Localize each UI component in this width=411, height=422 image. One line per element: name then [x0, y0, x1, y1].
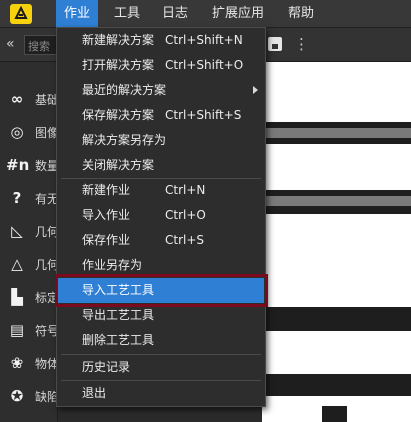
menu-item-close-solution[interactable]: 关闭解决方案 [58, 153, 264, 178]
image-feature [262, 374, 411, 396]
menu-item-label: 退出 [82, 386, 107, 400]
menu-item-label: 导入作业 [82, 208, 131, 222]
submenu-arrow-icon [253, 86, 258, 94]
ruler-icon: ▙ [11, 288, 23, 306]
menu-item-label: 打开解决方案 [82, 58, 155, 72]
menu-item-shortcut: Ctrl+Shift+S [165, 108, 242, 122]
tool-category-object[interactable]: ❀ 物体 [0, 348, 59, 378]
tool-category-geometry-measure[interactable]: ◺ 几何 [0, 216, 59, 246]
menu-item-history[interactable]: 历史记录 [58, 355, 264, 380]
infinity-icon: ∞ [10, 90, 24, 108]
collapse-panel-icon[interactable]: « [6, 36, 15, 52]
menu-item-shortcut: Ctrl+Shift+N [165, 33, 243, 47]
menu-item-label: 保存作业 [82, 233, 131, 247]
menu-log[interactable]: 日志 [156, 0, 194, 28]
menu-item-save-solution-as[interactable]: 解决方案另存为 [58, 128, 264, 153]
menu-item-recent-solutions[interactable]: 最近的解决方案 [58, 78, 264, 103]
shapes-icon: △ [11, 255, 23, 273]
image-feature [262, 196, 411, 206]
menu-item-import-job[interactable]: 导入作业 Ctrl+O [58, 203, 264, 228]
annotation-highlight-box [55, 274, 268, 307]
tool-category-image[interactable]: ◎ 图像 [0, 117, 59, 147]
menu-job[interactable]: 作业 [56, 0, 98, 28]
menu-item-open-solution[interactable]: 打开解决方案 Ctrl+Shift+O [58, 53, 264, 78]
search-placeholder: 搜索 [28, 40, 50, 53]
menu-item-shortcut: Ctrl+Shift+O [165, 58, 244, 72]
menu-tools[interactable]: 工具 [108, 0, 146, 28]
tool-category-basic[interactable]: ∞ 基础 [0, 84, 59, 114]
scan-text-icon: ▤ [9, 321, 25, 339]
menu-item-new-solution[interactable]: 新建解决方案 Ctrl+Shift+N [58, 28, 264, 53]
menu-item-save-job[interactable]: 保存作业 Ctrl+S [58, 228, 264, 253]
menu-item-save-solution[interactable]: 保存解决方案 Ctrl+Shift+S [58, 103, 264, 128]
menu-item-label: 新建解决方案 [82, 33, 155, 47]
tool-sidebar: ∞ 基础 ◎ 图像 #n 数量 ? 有无 ◺ 几何 △ 几何 ▙ 标定 ▤ 符号… [0, 62, 59, 422]
tool-category-geometry[interactable]: △ 几何 [0, 249, 59, 279]
tool-category-calibration[interactable]: ▙ 标定 [0, 282, 59, 312]
defect-icon: ✪ [10, 387, 24, 405]
menu-item-label: 新建作业 [82, 183, 131, 197]
image-feature [322, 406, 347, 422]
menu-item-label: 删除工艺工具 [82, 333, 155, 347]
menu-help[interactable]: 帮助 [282, 0, 320, 28]
image-feature [262, 307, 411, 331]
menu-item-label: 解决方案另存为 [82, 133, 167, 147]
menu-item-label: 最近的解决方案 [82, 83, 167, 97]
app-logo-icon [10, 4, 32, 24]
angle-ruler-icon: ◺ [11, 222, 23, 240]
tool-category-defect[interactable]: ✪ 缺陷 [0, 381, 59, 411]
menu-item-label: 历史记录 [82, 360, 131, 374]
brain-icon: ❀ [10, 354, 24, 372]
job-dropdown-menu: 新建解决方案 Ctrl+Shift+N 打开解决方案 Ctrl+Shift+O … [56, 27, 266, 407]
menu-item-label: 保存解决方案 [82, 108, 155, 122]
question-box-icon: ? [12, 189, 22, 207]
menu-extensions[interactable]: 扩展应用 [204, 0, 272, 28]
menu-item-shortcut: Ctrl+N [165, 183, 206, 197]
image-feature [262, 128, 411, 138]
menu-item-new-job[interactable]: 新建作业 Ctrl+N [58, 178, 264, 203]
tool-category-presence[interactable]: ? 有无 [0, 183, 59, 213]
menu-item-delete-process-tool[interactable]: 删除工艺工具 [58, 328, 264, 353]
tool-category-count[interactable]: #n 数量 [0, 150, 59, 180]
circles-icon: ◎ [10, 123, 24, 141]
menu-item-shortcut: Ctrl+S [165, 233, 205, 247]
menu-item-label: 关闭解决方案 [82, 158, 155, 172]
menu-item-exit[interactable]: 退出 [58, 381, 264, 406]
tool-category-symbol[interactable]: ▤ 符号 [0, 315, 59, 345]
image-preview[interactable] [262, 62, 411, 422]
save-icon[interactable] [268, 37, 282, 51]
menu-item-shortcut: Ctrl+O [165, 208, 206, 222]
menu-bar: 作业 工具 日志 扩展应用 帮助 [0, 0, 411, 28]
more-options-icon[interactable]: ⋮ [294, 34, 309, 54]
hash-n-icon: #n [6, 156, 30, 174]
